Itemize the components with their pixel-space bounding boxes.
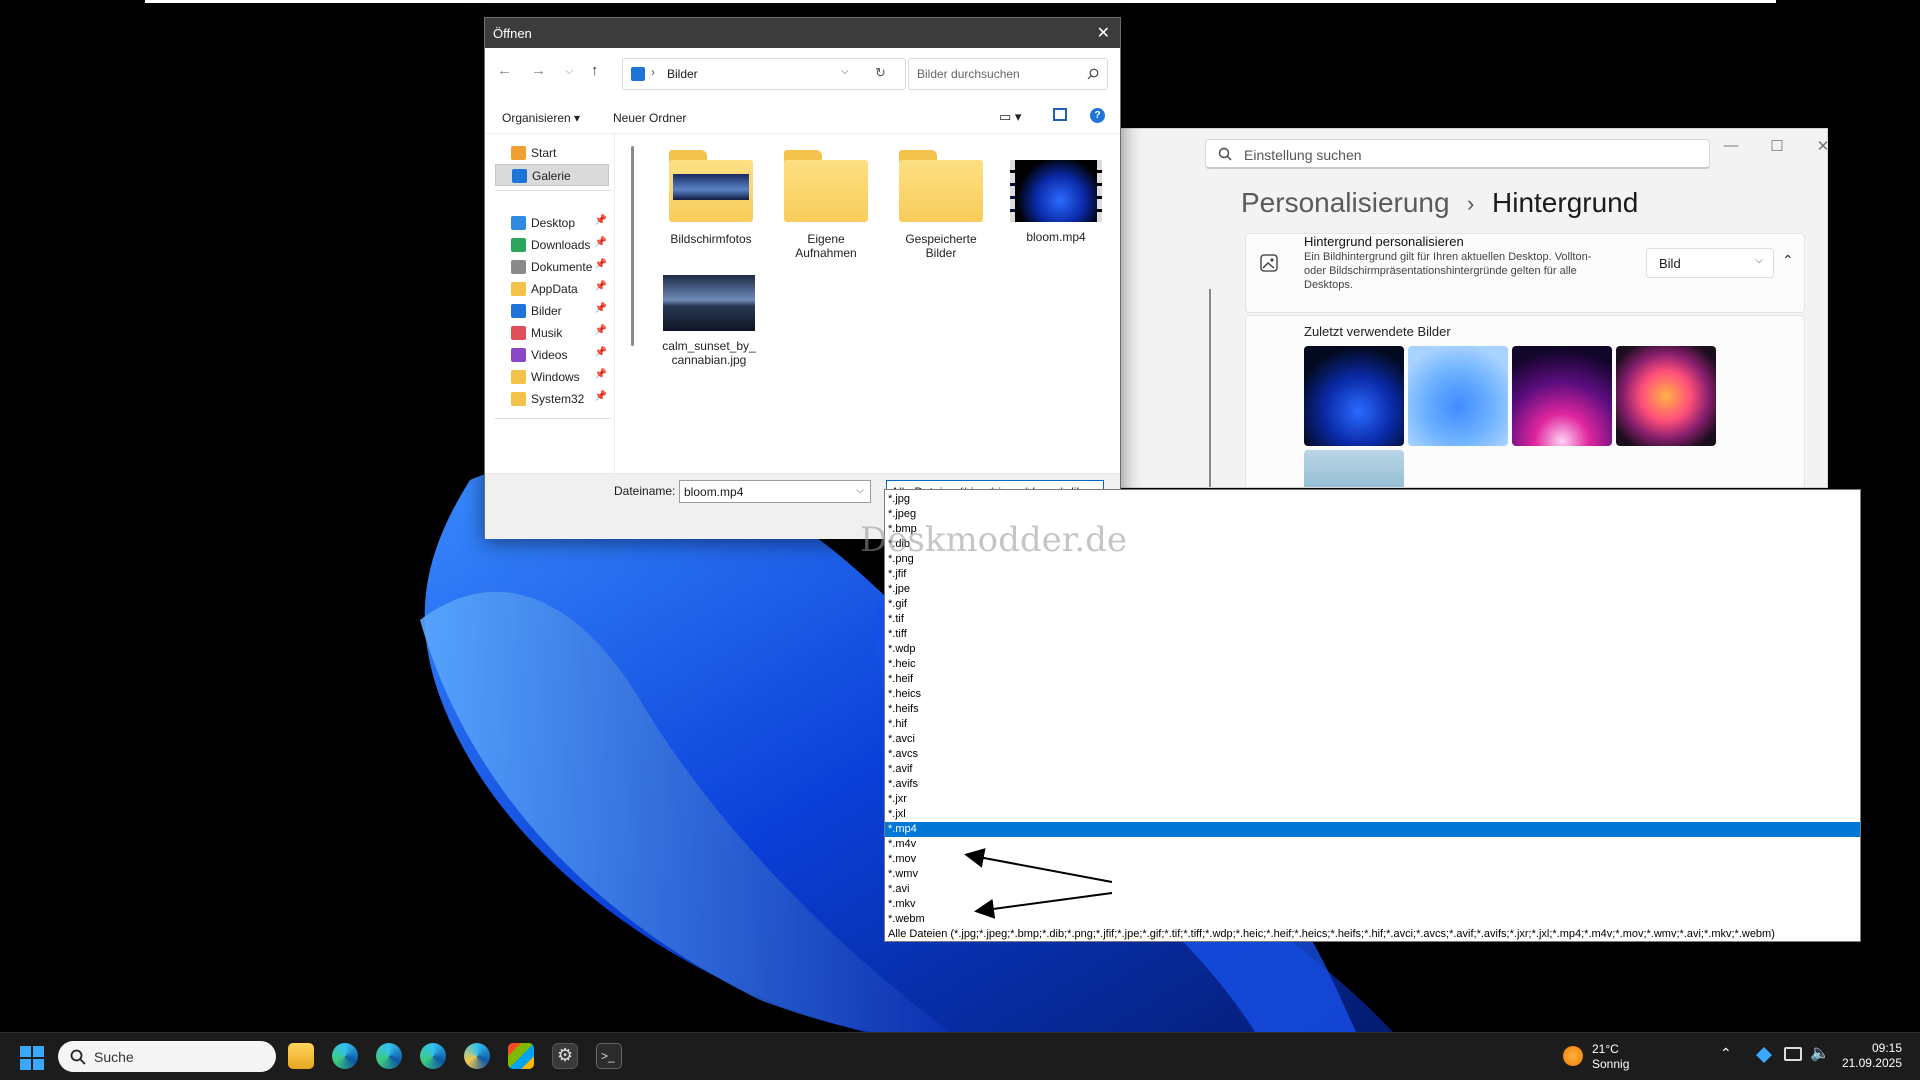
edge-dev-icon[interactable]: [420, 1043, 446, 1069]
edge-icon[interactable]: [332, 1043, 358, 1069]
store-icon[interactable]: [508, 1043, 534, 1069]
annotation-arrows: [964, 848, 1113, 919]
clock-time: 09:15: [1871, 1041, 1902, 1055]
terminal-icon[interactable]: >_: [596, 1043, 622, 1069]
arrow-to-webm: [974, 892, 1113, 919]
weather-widget[interactable]: 21°C Sonnig: [1592, 1042, 1629, 1072]
network-icon[interactable]: [1784, 1047, 1802, 1061]
taskbar-search[interactable]: Suche: [58, 1041, 276, 1072]
sun-weather-icon[interactable]: [1563, 1046, 1583, 1066]
file-explorer-icon[interactable]: [288, 1043, 314, 1069]
chevron-up-icon[interactable]: ⌃: [1720, 1045, 1732, 1062]
search-icon: [70, 1049, 86, 1065]
settings-gear-icon[interactable]: ⚙: [552, 1043, 578, 1069]
taskbar-search-label: Suche: [94, 1049, 134, 1065]
weather-temperature: 21°C: [1592, 1042, 1619, 1056]
defender-icon[interactable]: [1756, 1047, 1772, 1063]
clock[interactable]: 09:15 21.09.2025: [1842, 1041, 1902, 1071]
edge-canary-icon[interactable]: [464, 1043, 490, 1069]
volume-icon[interactable]: 🔈: [1810, 1043, 1830, 1063]
taskbar: Suche ⚙ >_ 21°C Sonnig ⌃ 🔈 09:15 21.09.2…: [0, 1032, 1920, 1080]
weather-condition: Sonnig: [1592, 1057, 1630, 1071]
start-button[interactable]: [20, 1046, 44, 1070]
edge-beta-icon[interactable]: [376, 1043, 402, 1069]
clock-date: 21.09.2025: [1841, 1056, 1902, 1070]
windows-logo-icon: [20, 1046, 44, 1070]
arrow-to-mov: [964, 848, 1113, 883]
